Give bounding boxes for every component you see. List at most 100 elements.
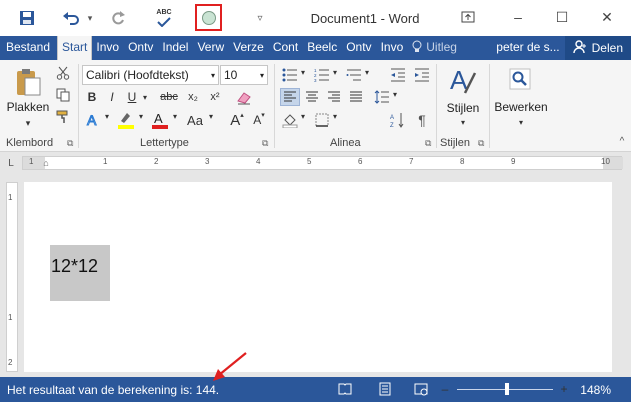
tab-developer[interactable]: Ontv bbox=[342, 36, 377, 60]
line-spacing-dropdown-icon[interactable]: ▾ bbox=[390, 90, 400, 99]
zoom-out-button[interactable]: – bbox=[438, 381, 452, 397]
shading-icon[interactable] bbox=[280, 110, 300, 130]
zoom-slider-thumb[interactable] bbox=[504, 383, 509, 395]
redo-icon[interactable] bbox=[107, 7, 129, 29]
underline-dropdown-icon[interactable]: ▾ bbox=[140, 88, 150, 106]
tab-design[interactable]: Ontv bbox=[124, 36, 159, 60]
decrease-indent-icon[interactable] bbox=[388, 66, 408, 84]
paste-icon[interactable] bbox=[10, 66, 46, 98]
undo-dropdown-icon[interactable]: ▾ bbox=[84, 7, 96, 29]
tab-addins[interactable]: Invo bbox=[377, 36, 409, 60]
align-right-icon[interactable] bbox=[324, 88, 344, 106]
styles-icon[interactable]: A bbox=[446, 64, 480, 98]
italic-button[interactable]: I bbox=[104, 88, 120, 106]
numbering-dropdown-icon[interactable]: ▾ bbox=[330, 68, 340, 77]
numbering-icon[interactable]: 123 bbox=[312, 66, 332, 84]
editing-dropdown-icon[interactable]: ▾ bbox=[516, 118, 526, 127]
bold-button[interactable]: B bbox=[84, 88, 100, 106]
caret-up-icon: ▴ bbox=[240, 112, 244, 119]
vertical-ruler[interactable]: 1 1 2 bbox=[6, 182, 18, 372]
spelling-icon[interactable]: ABC bbox=[151, 7, 177, 29]
print-layout-icon[interactable] bbox=[376, 381, 394, 397]
change-case-button[interactable]: Aa bbox=[184, 110, 206, 130]
bullets-dropdown-icon[interactable]: ▾ bbox=[298, 68, 308, 77]
tab-references[interactable]: Verw bbox=[193, 36, 230, 60]
multilevel-list-icon[interactable] bbox=[344, 66, 364, 84]
web-layout-icon[interactable] bbox=[412, 381, 430, 397]
clipboard-launcher-icon[interactable]: ⧉ bbox=[67, 138, 73, 149]
zoom-level[interactable]: 148% bbox=[580, 383, 611, 397]
justify-icon[interactable] bbox=[346, 88, 366, 106]
styles-dropdown-icon[interactable]: ▾ bbox=[458, 118, 468, 127]
styles-launcher-icon[interactable]: ⧉ bbox=[478, 138, 484, 149]
close-button[interactable]: ✕ bbox=[593, 6, 621, 28]
caret-down-icon: ▾ bbox=[261, 112, 265, 119]
save-icon[interactable] bbox=[16, 7, 38, 29]
tab-selector-icon[interactable]: L bbox=[4, 156, 18, 170]
format-painter-icon[interactable] bbox=[54, 108, 72, 126]
indent-marker-icon[interactable]: ⌂ bbox=[40, 154, 52, 172]
text-effects-icon[interactable]: A bbox=[84, 110, 102, 130]
editing-label[interactable]: Bewerken bbox=[492, 100, 550, 114]
user-name[interactable]: peter de s... bbox=[492, 36, 565, 60]
document-area: 1 1 2 12*12 bbox=[0, 174, 631, 377]
bullets-icon[interactable] bbox=[280, 66, 300, 84]
superscript-button[interactable]: x² bbox=[206, 88, 224, 106]
tab-home[interactable]: Start bbox=[57, 36, 93, 60]
borders-dropdown-icon[interactable]: ▾ bbox=[330, 112, 340, 121]
collapse-ribbon-icon[interactable]: ^ bbox=[616, 136, 628, 147]
borders-icon[interactable] bbox=[312, 110, 332, 130]
group-font-label: Lettertype bbox=[140, 137, 189, 149]
cut-icon[interactable] bbox=[54, 64, 72, 82]
paragraph-launcher-icon[interactable]: ⧉ bbox=[425, 138, 431, 149]
text-effects-dropdown-icon[interactable]: ▾ bbox=[102, 112, 112, 121]
font-color-dropdown-icon[interactable]: ▾ bbox=[170, 112, 180, 121]
zoom-in-button[interactable]: + bbox=[557, 381, 571, 397]
horizontal-ruler[interactable]: 1 1 2 3 4 5 6 7 8 9 10 bbox=[22, 156, 623, 170]
font-color-icon[interactable]: A bbox=[150, 110, 170, 130]
undo-icon[interactable] bbox=[60, 7, 82, 29]
customize-toolbar-icon[interactable]: ▿ bbox=[253, 7, 267, 29]
paste-dropdown-icon[interactable]: ▾ bbox=[22, 118, 34, 129]
shrink-font-button[interactable]: A ▾ bbox=[250, 110, 268, 130]
subscript-button[interactable]: x₂ bbox=[184, 88, 202, 106]
document-page[interactable]: 12*12 bbox=[24, 182, 612, 372]
shading-dropdown-icon[interactable]: ▾ bbox=[298, 112, 308, 121]
grow-font-button[interactable]: A ▴ bbox=[228, 110, 246, 130]
tab-view[interactable]: Beelc bbox=[303, 36, 343, 60]
line-spacing-icon[interactable] bbox=[372, 88, 392, 106]
minimize-button[interactable]: – bbox=[504, 6, 532, 28]
increase-indent-icon[interactable] bbox=[412, 66, 432, 84]
ruler-tick: 2 bbox=[154, 157, 159, 166]
font-size-combo[interactable]: 10 ▾ bbox=[220, 65, 268, 85]
show-formatting-button[interactable]: ¶ bbox=[412, 110, 432, 130]
strikethrough-button[interactable]: abc bbox=[158, 88, 180, 106]
copy-icon[interactable] bbox=[54, 86, 72, 104]
change-case-dropdown-icon[interactable]: ▾ bbox=[206, 112, 216, 121]
share-button[interactable]: Delen bbox=[564, 36, 631, 60]
highlight-dropdown-icon[interactable]: ▾ bbox=[136, 112, 146, 121]
formula-field[interactable]: 12*12 bbox=[50, 245, 110, 301]
align-left-icon[interactable] bbox=[280, 88, 300, 106]
ribbon-display-options-icon[interactable] bbox=[454, 6, 482, 28]
find-icon[interactable] bbox=[506, 65, 534, 93]
tell-me-box[interactable]: Uitleg bbox=[408, 36, 462, 60]
tab-file[interactable]: Bestand bbox=[0, 36, 58, 60]
underline-button[interactable]: U bbox=[124, 88, 140, 106]
styles-label[interactable]: Stijlen bbox=[440, 101, 486, 115]
maximize-button[interactable]: ☐ bbox=[548, 6, 576, 28]
read-mode-icon[interactable] bbox=[336, 381, 354, 397]
tab-review[interactable]: Cont bbox=[269, 36, 304, 60]
multilevel-dropdown-icon[interactable]: ▾ bbox=[362, 68, 372, 77]
tab-layout[interactable]: Indel bbox=[158, 36, 194, 60]
tab-mailings[interactable]: Verze bbox=[229, 36, 269, 60]
highlight-color-icon[interactable] bbox=[116, 110, 136, 130]
tab-insert[interactable]: Invo bbox=[92, 36, 125, 60]
sort-icon[interactable]: AZ bbox=[388, 110, 408, 130]
clear-formatting-icon[interactable] bbox=[233, 89, 255, 107]
vruler-tick: 1 bbox=[8, 193, 13, 202]
paste-label[interactable]: Plakken bbox=[6, 100, 50, 114]
font-launcher-icon[interactable]: ⧉ bbox=[262, 138, 268, 149]
font-name-combo[interactable]: Calibri (Hoofdtekst) ▾ bbox=[82, 65, 219, 85]
align-center-icon[interactable] bbox=[302, 88, 322, 106]
